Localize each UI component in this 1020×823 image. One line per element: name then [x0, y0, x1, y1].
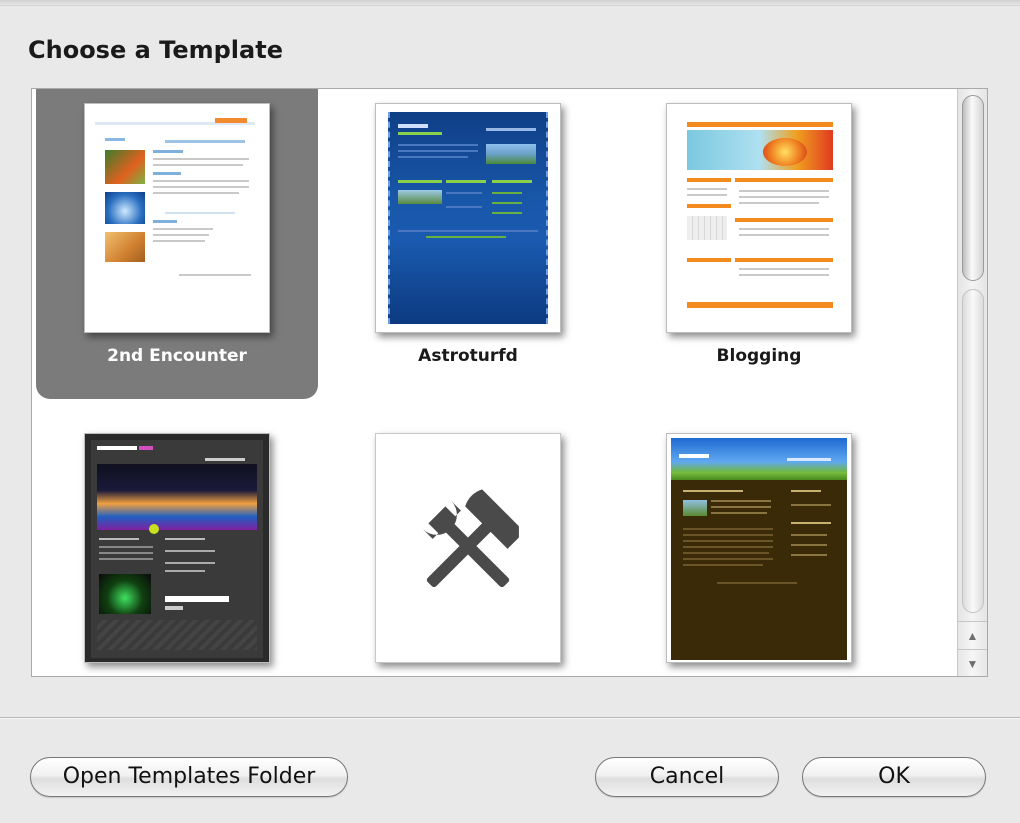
footer-separator	[0, 717, 1020, 719]
template-blogging[interactable]: Blogging	[618, 89, 900, 399]
up-arrow-icon: ▲	[966, 628, 979, 643]
template-label: Astroturfd	[418, 346, 518, 366]
scroll-thumb[interactable]	[962, 95, 984, 281]
template-2nd-encounter[interactable]: 2nd Encounter	[36, 89, 318, 399]
dialog-title: Choose a Template	[28, 36, 283, 64]
cancel-button[interactable]: Cancel	[595, 757, 779, 797]
scroll-track[interactable]	[962, 289, 984, 613]
template-landscape[interactable]	[618, 419, 900, 676]
template-thumbnail	[666, 103, 852, 333]
template-thumbnail	[375, 103, 561, 333]
template-thumbnail	[84, 433, 270, 663]
template-label: 2nd Encounter	[107, 346, 247, 366]
template-thumbnail	[375, 433, 561, 663]
window-top-edge	[0, 0, 1020, 6]
template-astroturfd[interactable]: Astroturfd	[327, 89, 609, 399]
hammer-wrench-icon	[422, 489, 519, 588]
scroll-down-button[interactable]: ▼	[958, 649, 987, 676]
template-custom[interactable]	[327, 419, 609, 676]
vertical-scrollbar[interactable]: ▲ ▼	[957, 89, 987, 676]
template-thumbnail	[84, 103, 270, 333]
scroll-up-button[interactable]: ▲	[958, 621, 987, 649]
template-label: Blogging	[716, 346, 802, 366]
down-arrow-icon: ▼	[966, 656, 979, 671]
template-thumbnail	[666, 433, 852, 663]
template-city-night[interactable]	[36, 419, 318, 676]
open-templates-folder-button[interactable]: Open Templates Folder	[30, 757, 348, 797]
ok-button[interactable]: OK	[802, 757, 986, 797]
template-gallery[interactable]: 2nd Encounter Astroturfd Blogging ▲ ▼	[31, 88, 988, 677]
